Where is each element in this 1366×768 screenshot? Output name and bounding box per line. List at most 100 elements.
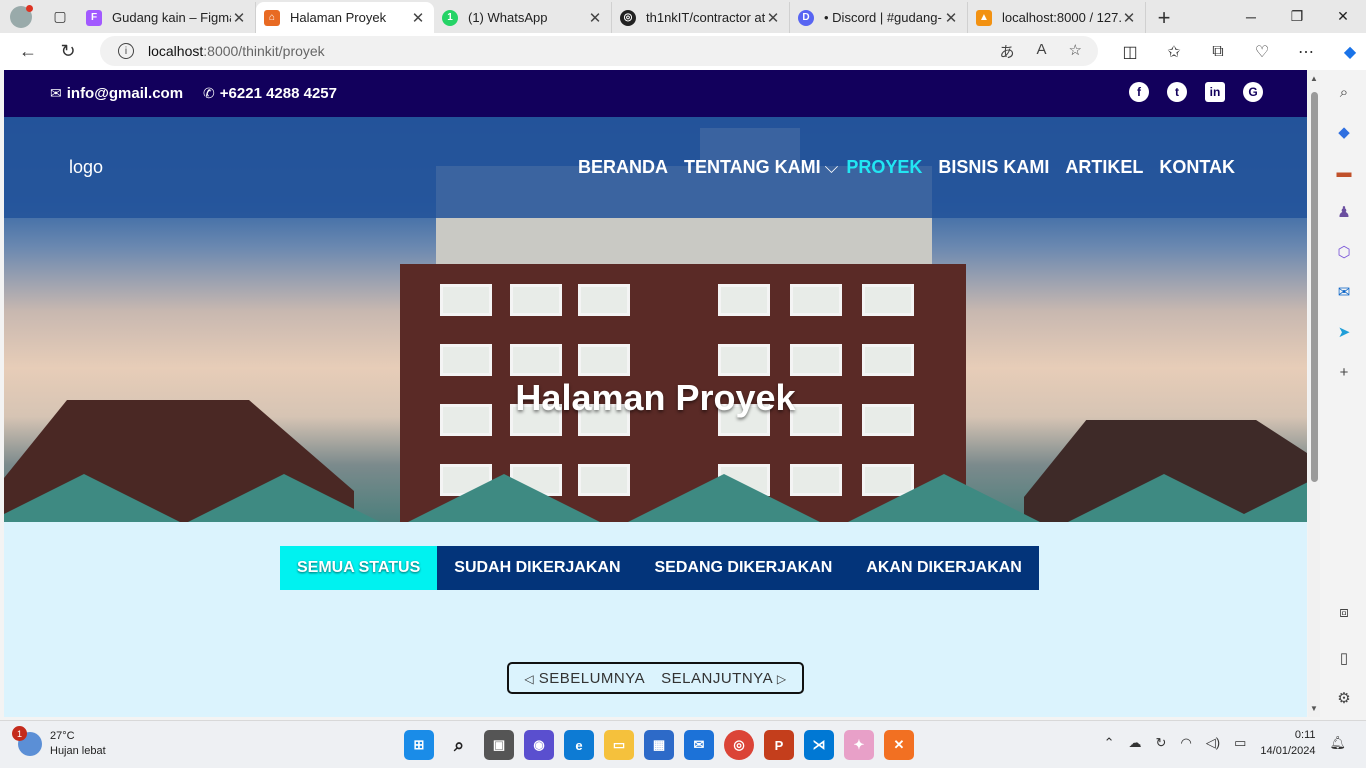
tab-actions-icon[interactable]: ▢ [42, 0, 78, 33]
windows-start-icon[interactable]: ⊞ [404, 730, 434, 760]
more-icon[interactable]: ⋯ [1284, 42, 1328, 62]
screenshot-icon[interactable]: ⧈ [1334, 602, 1354, 622]
favorite-star-icon[interactable]: ☆ [1069, 41, 1082, 62]
tab-discord[interactable]: D • Discord | #gudang- ✕ [790, 2, 968, 33]
close-icon[interactable]: ✕ [765, 9, 781, 27]
new-tab-button[interactable]: + [1146, 2, 1182, 33]
nav-beranda[interactable]: BERANDA [578, 157, 668, 178]
window [718, 284, 770, 316]
chevron-up-icon[interactable]: ⌃ [1104, 735, 1115, 751]
scroll-down-icon[interactable]: ▼ [1310, 704, 1318, 713]
tab-figma[interactable]: F Gudang kain – Figma ✕ [78, 2, 256, 33]
site-info-icon[interactable]: i [118, 43, 134, 59]
app-icon[interactable]: ✦ [844, 730, 874, 760]
url-field[interactable]: i localhost:8000/thinkit/proyek あ A ☆ [100, 36, 1098, 66]
profile-button[interactable] [0, 0, 42, 33]
weather-widget[interactable]: 1 27°C Hujan lebat [12, 726, 106, 759]
close-icon[interactable]: ✕ [943, 9, 959, 27]
linkedin-icon[interactable]: in [1205, 82, 1225, 102]
tab-whatsapp[interactable]: 1 (1) WhatsApp ✕ [434, 2, 612, 33]
send-icon[interactable]: ➤ [1334, 322, 1354, 342]
refresh-icon[interactable]: ↻ [48, 33, 88, 70]
browser-window: ▢ F Gudang kain – Figma ✕ ⌂ Halaman Proy… [0, 0, 1366, 768]
window [790, 464, 842, 496]
m365-icon[interactable]: ⬡ [1334, 242, 1354, 262]
phone-contact[interactable]: ✆ +6221 4288 4257 [203, 85, 337, 102]
shopping-icon[interactable]: ◆ [1334, 122, 1354, 142]
close-icon[interactable]: ✕ [410, 9, 426, 27]
tab-halaman-proyek[interactable]: ⌂ Halaman Proyek ✕ [256, 2, 434, 33]
window [440, 284, 492, 316]
scroll-up-icon[interactable]: ▲ [1310, 74, 1318, 83]
page-scrollbar[interactable]: ▲ ▼ [1308, 70, 1320, 717]
outlook-icon[interactable]: ✉ [1334, 282, 1354, 302]
chrome-icon[interactable]: ◎ [724, 730, 754, 760]
games-icon[interactable]: ♟ [1334, 202, 1354, 222]
sidebar-toggle-icon[interactable]: ▯ [1334, 648, 1354, 668]
google-icon[interactable]: G [1243, 82, 1263, 102]
nav-tentang-kami[interactable]: TENTANG KAMI [684, 157, 821, 178]
nav-proyek[interactable]: PROYEK [846, 157, 922, 178]
powerpoint-icon[interactable]: P [764, 730, 794, 760]
facebook-icon[interactable]: f [1129, 82, 1149, 102]
minimize-icon[interactable]: ─ [1228, 0, 1274, 33]
phpmyadmin-icon: ▲ [976, 9, 992, 26]
xampp-taskbar-icon[interactable]: ✕ [884, 730, 914, 760]
tab-phpmyadmin[interactable]: ▲ localhost:8000 / 127.0 ✕ [968, 2, 1146, 33]
search-icon[interactable]: ⌕ [1334, 82, 1354, 102]
split-screen-icon[interactable]: ◫ [1108, 42, 1152, 62]
onedrive-icon[interactable]: ☁ [1129, 735, 1142, 751]
restore-icon[interactable]: ❐ [1274, 0, 1320, 33]
volume-icon[interactable]: ◁) [1206, 735, 1220, 751]
battery-icon[interactable]: ▭ [1234, 735, 1246, 751]
site-logo[interactable]: logo [69, 157, 103, 178]
edge-icon[interactable]: e [564, 730, 594, 760]
filter-sudah-dikerjakan[interactable]: SUDAH DIKERJAKAN [437, 546, 638, 590]
filter-semua-status[interactable]: SEMUA STATUS [280, 546, 438, 590]
read-aloud-icon[interactable]: A [1037, 41, 1047, 62]
scrollbar-thumb[interactable] [1311, 92, 1318, 482]
back-icon[interactable]: ← [8, 33, 48, 70]
window [718, 344, 770, 376]
mail-app-icon[interactable]: ✉ [684, 730, 714, 760]
tab-github[interactable]: ◎ th1nkIT/contractor at ✕ [612, 2, 790, 33]
close-icon[interactable]: ✕ [587, 9, 603, 27]
window [862, 284, 914, 316]
prev-button[interactable]: ◁ SEBELUMNYA [524, 670, 645, 687]
performance-icon[interactable]: ♡ [1240, 42, 1284, 62]
contact-bar: ✉ info@gmail.com ✆ +6221 4288 4257 f t i… [4, 70, 1307, 117]
collections-icon[interactable]: ⧉ [1196, 43, 1240, 61]
filter-sedang-dikerjakan[interactable]: SEDANG DIKERJAKAN [637, 546, 850, 590]
file-explorer-icon[interactable]: ▭ [604, 730, 634, 760]
task-view-icon[interactable]: ▣ [484, 730, 514, 760]
close-icon[interactable]: ✕ [1121, 9, 1137, 27]
next-label: SELANJUTNYA [661, 669, 773, 687]
chat-icon[interactable]: ◉ [524, 730, 554, 760]
close-window-icon[interactable]: ✕ [1320, 0, 1366, 33]
translate-icon[interactable]: あ [1000, 41, 1015, 62]
nav-bisnis-kami[interactable]: BISNIS KAMI [938, 157, 1049, 178]
status-filter: SEMUA STATUS SUDAH DIKERJAKAN SEDANG DIK… [280, 546, 1039, 590]
notification-bell-icon[interactable]: 🔔︎ [1329, 735, 1346, 751]
search-taskbar-icon[interactable]: ⌕ [444, 730, 474, 760]
favorites-icon[interactable]: ✩ [1152, 42, 1196, 62]
vscode-icon[interactable]: ⋊ [804, 730, 834, 760]
nav-artikel[interactable]: ARTIKEL [1065, 157, 1143, 178]
nav-kontak[interactable]: KONTAK [1159, 157, 1235, 178]
copilot-icon[interactable]: ◆ [1328, 42, 1366, 62]
email-contact[interactable]: ✉ info@gmail.com [50, 85, 183, 102]
settings-gear-icon[interactable]: ⚙ [1334, 688, 1354, 708]
weather-rain-icon: 1 [12, 726, 42, 756]
store-icon[interactable]: ▦ [644, 730, 674, 760]
clock[interactable]: 0:11 14/01/2024 [1260, 727, 1315, 759]
chevron-down-icon[interactable]: ⌵ [825, 157, 839, 178]
twitter-icon[interactable]: t [1167, 82, 1187, 102]
sync-icon[interactable]: ↻ [1156, 735, 1167, 751]
wifi-icon[interactable]: ◠ [1180, 735, 1191, 751]
close-icon[interactable]: ✕ [231, 9, 247, 27]
next-button[interactable]: SELANJUTNYA ▷ [661, 670, 787, 687]
add-icon[interactable]: + [1334, 362, 1354, 382]
filter-akan-dikerjakan[interactable]: AKAN DIKERJAKAN [849, 546, 1039, 590]
tools-icon[interactable]: ▬ [1334, 162, 1354, 182]
clock-time: 0:11 [1294, 729, 1316, 741]
